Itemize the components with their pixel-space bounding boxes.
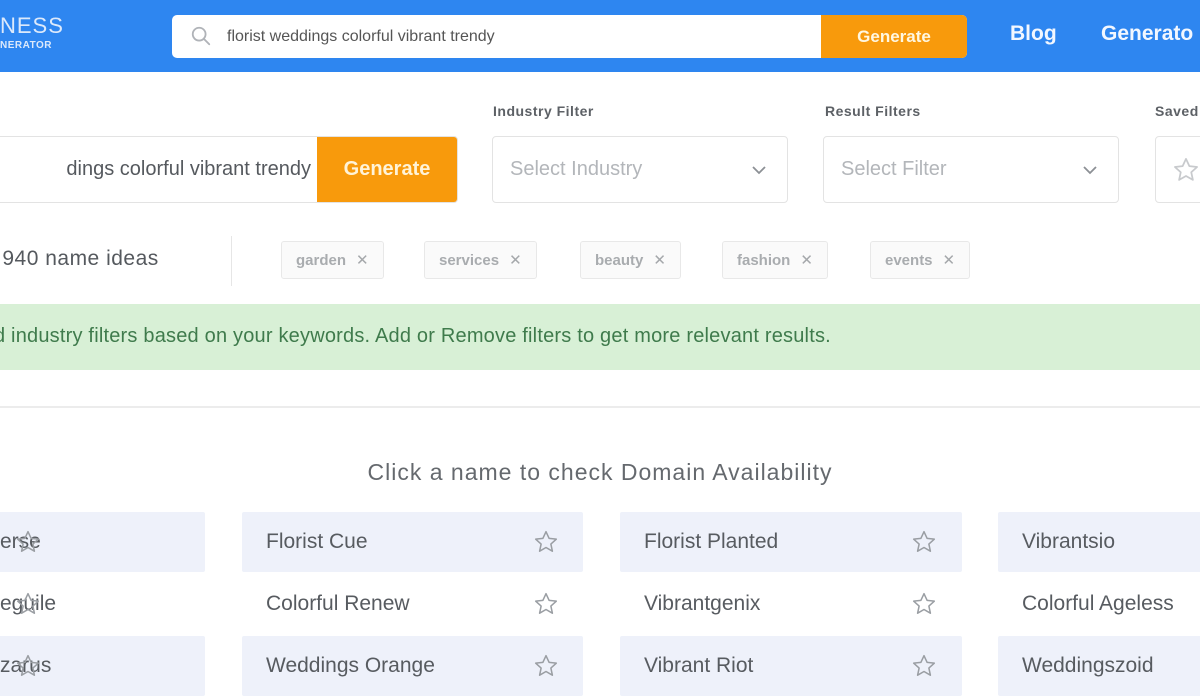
remove-tag-icon[interactable]: ✕ bbox=[509, 251, 522, 269]
name-result-text: Florist Planted bbox=[644, 530, 779, 553]
name-result-text: Colorful Ageless bbox=[1022, 592, 1174, 615]
name-result-card[interactable]: Florist Planted bbox=[620, 512, 962, 572]
name-result-text: Florist Cue bbox=[266, 530, 368, 553]
favorite-star-icon[interactable] bbox=[15, 529, 41, 555]
result-filter-placeholder: Select Filter bbox=[841, 158, 947, 180]
filter-tag-label: fashion bbox=[737, 251, 791, 269]
main-search-input[interactable] bbox=[0, 137, 321, 202]
filter-tag: beauty ✕ bbox=[580, 241, 681, 279]
filter-tag: events ✕ bbox=[870, 241, 971, 279]
divider bbox=[0, 406, 1200, 408]
remove-tag-icon[interactable]: ✕ bbox=[800, 251, 813, 269]
name-result-card[interactable]: erse bbox=[0, 512, 205, 572]
name-result-card[interactable]: Florist Cue bbox=[242, 512, 583, 572]
favorite-star-icon[interactable] bbox=[911, 653, 937, 679]
logo[interactable]: NESS NERATOR bbox=[0, 13, 64, 52]
name-result-card[interactable]: Vibrantsio bbox=[998, 512, 1200, 572]
industry-filter-label: Industry Filter bbox=[493, 103, 594, 119]
favorite-star-icon[interactable] bbox=[533, 591, 559, 617]
name-result-text: Colorful Renew bbox=[266, 592, 410, 615]
main-generate-button[interactable]: Generate bbox=[317, 137, 457, 202]
star-icon bbox=[1174, 158, 1198, 181]
info-notice-text: ied industry filters based on your keywo… bbox=[0, 325, 831, 347]
name-result-text: Vibrantgenix bbox=[644, 592, 761, 615]
industry-select[interactable]: Select Industry bbox=[492, 136, 788, 203]
name-result-card[interactable]: eguile bbox=[0, 574, 205, 634]
logo-sub-text: NERATOR bbox=[0, 40, 53, 51]
filter-tag-label: events bbox=[885, 251, 933, 269]
nav-generators-link[interactable]: Generato bbox=[1101, 22, 1193, 46]
filter-tag-label: beauty bbox=[595, 251, 644, 269]
name-result-card[interactable]: Weddingszoid bbox=[998, 636, 1200, 696]
remove-tag-icon[interactable]: ✕ bbox=[653, 251, 666, 269]
favorite-star-icon[interactable] bbox=[533, 529, 559, 555]
search-icon bbox=[191, 26, 211, 46]
name-result-card[interactable]: Vibrantgenix bbox=[620, 574, 962, 634]
header-search-input[interactable] bbox=[227, 15, 817, 58]
name-result-card[interactable]: Colorful Ageless bbox=[998, 574, 1200, 634]
top-navbar: NESS NERATOR Generate Blog Generato bbox=[0, 0, 1200, 72]
divider bbox=[231, 236, 232, 286]
favorite-star-icon[interactable] bbox=[911, 591, 937, 617]
result-filters-label: Result Filters bbox=[825, 103, 921, 119]
name-result-text: Vibrant Riot bbox=[644, 654, 754, 677]
name-result-card[interactable]: Colorful Renew bbox=[242, 574, 583, 634]
name-result-text: Weddingszoid bbox=[1022, 654, 1154, 677]
filter-tag-label: garden bbox=[296, 251, 347, 269]
remove-tag-icon[interactable]: ✕ bbox=[356, 251, 369, 269]
name-ideas-count: ,940 name ideas bbox=[0, 247, 159, 270]
name-result-text: Vibrantsio bbox=[1022, 530, 1116, 553]
saved-label: Saved bbox=[1155, 103, 1199, 119]
name-result-card[interactable]: zarus bbox=[0, 636, 205, 696]
filter-tag-label: services bbox=[439, 251, 500, 269]
saved-names-button[interactable] bbox=[1155, 136, 1200, 203]
industry-select-placeholder: Select Industry bbox=[510, 158, 643, 180]
logo-main-text: NESS bbox=[0, 13, 64, 38]
favorite-star-icon[interactable] bbox=[15, 653, 41, 679]
header-generate-button[interactable]: Generate bbox=[821, 15, 967, 58]
filter-tag: fashion ✕ bbox=[722, 241, 828, 279]
favorite-star-icon[interactable] bbox=[533, 653, 559, 679]
name-result-text: Weddings Orange bbox=[266, 654, 435, 677]
results-subtitle: Click a name to check Domain Availabilit… bbox=[367, 459, 833, 485]
name-result-card[interactable]: Weddings Orange bbox=[242, 636, 583, 696]
info-notice: ied industry filters based on your keywo… bbox=[0, 304, 1200, 370]
header-search-bar: Generate bbox=[172, 15, 967, 58]
favorite-star-icon[interactable] bbox=[911, 529, 937, 555]
result-filter-select[interactable]: Select Filter bbox=[823, 136, 1119, 203]
filter-tag: garden ✕ bbox=[281, 241, 384, 279]
filter-tag: services ✕ bbox=[424, 241, 537, 279]
chevron-down-icon bbox=[752, 166, 766, 175]
main-search-bar: Generate bbox=[0, 136, 458, 203]
nav-blog-link[interactable]: Blog bbox=[1010, 22, 1057, 46]
name-result-card[interactable]: Vibrant Riot bbox=[620, 636, 962, 696]
favorite-star-icon[interactable] bbox=[15, 591, 41, 617]
chevron-down-icon bbox=[1083, 166, 1097, 175]
remove-tag-icon[interactable]: ✕ bbox=[943, 251, 956, 269]
